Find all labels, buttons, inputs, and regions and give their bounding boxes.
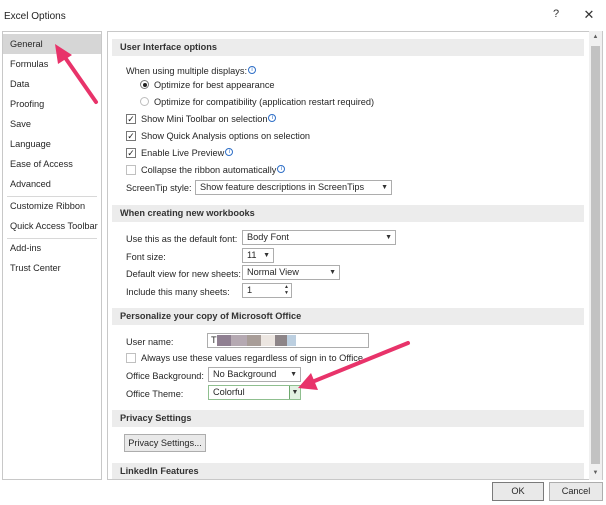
options-nav: General Formulas Data Proofing Save Lang… xyxy=(2,31,102,480)
live-preview-checkbox[interactable]: ✓ xyxy=(126,148,136,158)
chevron-down-icon: ▼ xyxy=(385,234,392,241)
office-background-label: Office Background: xyxy=(126,371,204,381)
username-value: T xyxy=(211,335,217,345)
nav-item-proofing[interactable]: Proofing xyxy=(3,94,101,114)
content-scrollbar[interactable]: ▲ ▼ xyxy=(589,31,602,480)
section-header-new-workbooks: When creating new workbooks xyxy=(112,205,584,222)
optimize-best-radio[interactable] xyxy=(140,80,149,89)
nav-item-data[interactable]: Data xyxy=(3,74,101,94)
info-icon: i xyxy=(277,165,286,173)
info-icon: i xyxy=(248,66,257,74)
optimize-best-label: Optimize for best appearance xyxy=(154,80,275,90)
scroll-up-icon[interactable]: ▲ xyxy=(589,31,602,44)
redacted-block xyxy=(261,335,275,346)
redacted-block xyxy=(287,335,296,346)
section-header-ui: User Interface options xyxy=(112,39,584,56)
nav-item-language[interactable]: Language xyxy=(3,134,101,154)
privacy-settings-button[interactable]: Privacy Settings... xyxy=(124,434,206,452)
nav-item-quick-access-toolbar[interactable]: Quick Access Toolbar xyxy=(3,216,101,236)
scroll-thumb[interactable] xyxy=(591,46,600,464)
quick-analysis-label: Show Quick Analysis options on selection xyxy=(141,131,311,141)
nav-item-formulas[interactable]: Formulas xyxy=(3,54,101,74)
scroll-down-icon[interactable]: ▼ xyxy=(589,467,602,480)
screentip-label: ScreenTip style: xyxy=(126,183,192,193)
help-button[interactable]: ? xyxy=(549,8,563,24)
spinner-arrows-icon[interactable]: ▲ ▼ xyxy=(284,284,289,296)
window-title: Excel Options xyxy=(4,11,66,22)
username-input[interactable]: T xyxy=(207,333,369,348)
office-theme-value: Colorful xyxy=(213,387,245,397)
section-header-privacy: Privacy Settings xyxy=(112,410,584,427)
default-font-dropdown[interactable]: Body Font ▼ xyxy=(242,230,396,245)
chevron-down-icon: ▼ xyxy=(381,184,388,191)
ok-button[interactable]: OK xyxy=(492,482,544,501)
font-size-dropdown[interactable]: 11 ▼ xyxy=(242,248,274,263)
redacted-block xyxy=(231,335,247,346)
multiple-displays-label: When using multiple displays: i xyxy=(126,66,257,76)
default-font-value: Body Font xyxy=(247,232,289,242)
screentip-dropdown[interactable]: Show feature descriptions in ScreenTips … xyxy=(195,180,392,195)
office-theme-dropdown[interactable]: Colorful ▼ xyxy=(208,385,301,400)
optimize-compat-label: Optimize for compatibility (application … xyxy=(154,97,375,107)
nav-item-customize-ribbon[interactable]: Customize Ribbon xyxy=(3,196,101,216)
mini-toolbar-label: Show Mini Toolbar on selection i xyxy=(141,114,277,124)
redacted-block xyxy=(247,335,261,346)
default-font-label: Use this as the default font: xyxy=(126,234,238,244)
info-icon: i xyxy=(225,148,234,156)
always-use-checkbox[interactable] xyxy=(126,353,136,363)
live-preview-label: Enable Live Preview i xyxy=(141,148,234,158)
title-bar: Excel Options ? ✕ xyxy=(0,0,606,30)
redacted-block xyxy=(275,335,287,346)
chevron-down-icon: ▼ xyxy=(290,371,297,378)
chevron-down-icon: ▼ xyxy=(263,252,270,259)
chevron-down-icon: ▼ xyxy=(289,386,300,399)
chevron-down-icon: ▼ xyxy=(329,269,336,276)
default-view-label: Default view for new sheets: xyxy=(126,269,241,279)
font-size-value: 11 xyxy=(247,250,257,260)
nav-item-save[interactable]: Save xyxy=(3,114,101,134)
collapse-ribbon-label: Collapse the ribbon automatically i xyxy=(141,165,286,175)
nav-item-trust-center[interactable]: Trust Center xyxy=(3,258,101,278)
quick-analysis-checkbox[interactable]: ✓ xyxy=(126,131,136,141)
sheets-count-label: Include this many sheets: xyxy=(126,287,230,297)
close-button[interactable]: ✕ xyxy=(581,7,597,23)
section-header-linkedin: LinkedIn Features xyxy=(112,463,584,479)
collapse-ribbon-checkbox[interactable] xyxy=(126,165,136,175)
info-icon: i xyxy=(268,114,277,122)
redacted-block xyxy=(217,335,231,346)
options-content: User Interface options When using multip… xyxy=(107,31,603,480)
sheets-count-spinner[interactable]: 1 ▲ ▼ xyxy=(242,283,292,298)
optimize-compat-radio[interactable] xyxy=(140,97,149,106)
nav-item-add-ins[interactable]: Add-ins xyxy=(3,238,101,258)
section-header-personalize: Personalize your copy of Microsoft Offic… xyxy=(112,308,584,325)
mini-toolbar-checkbox[interactable]: ✓ xyxy=(126,114,136,124)
nav-item-ease-of-access[interactable]: Ease of Access xyxy=(3,154,101,174)
office-theme-label: Office Theme: xyxy=(126,389,184,399)
nav-item-advanced[interactable]: Advanced xyxy=(3,174,101,194)
nav-item-general[interactable]: General xyxy=(3,34,101,54)
office-background-value: No Background xyxy=(213,369,277,379)
default-view-value: Normal View xyxy=(247,267,299,277)
screentip-value: Show feature descriptions in ScreenTips xyxy=(200,182,365,192)
always-use-label: Always use these values regardless of si… xyxy=(141,353,366,363)
username-label: User name: xyxy=(126,337,174,347)
cancel-button[interactable]: Cancel xyxy=(549,482,603,501)
default-view-dropdown[interactable]: Normal View ▼ xyxy=(242,265,340,280)
font-size-label: Font size: xyxy=(126,252,166,262)
sheets-count-value: 1 xyxy=(247,285,253,295)
office-background-dropdown[interactable]: No Background ▼ xyxy=(208,367,301,382)
